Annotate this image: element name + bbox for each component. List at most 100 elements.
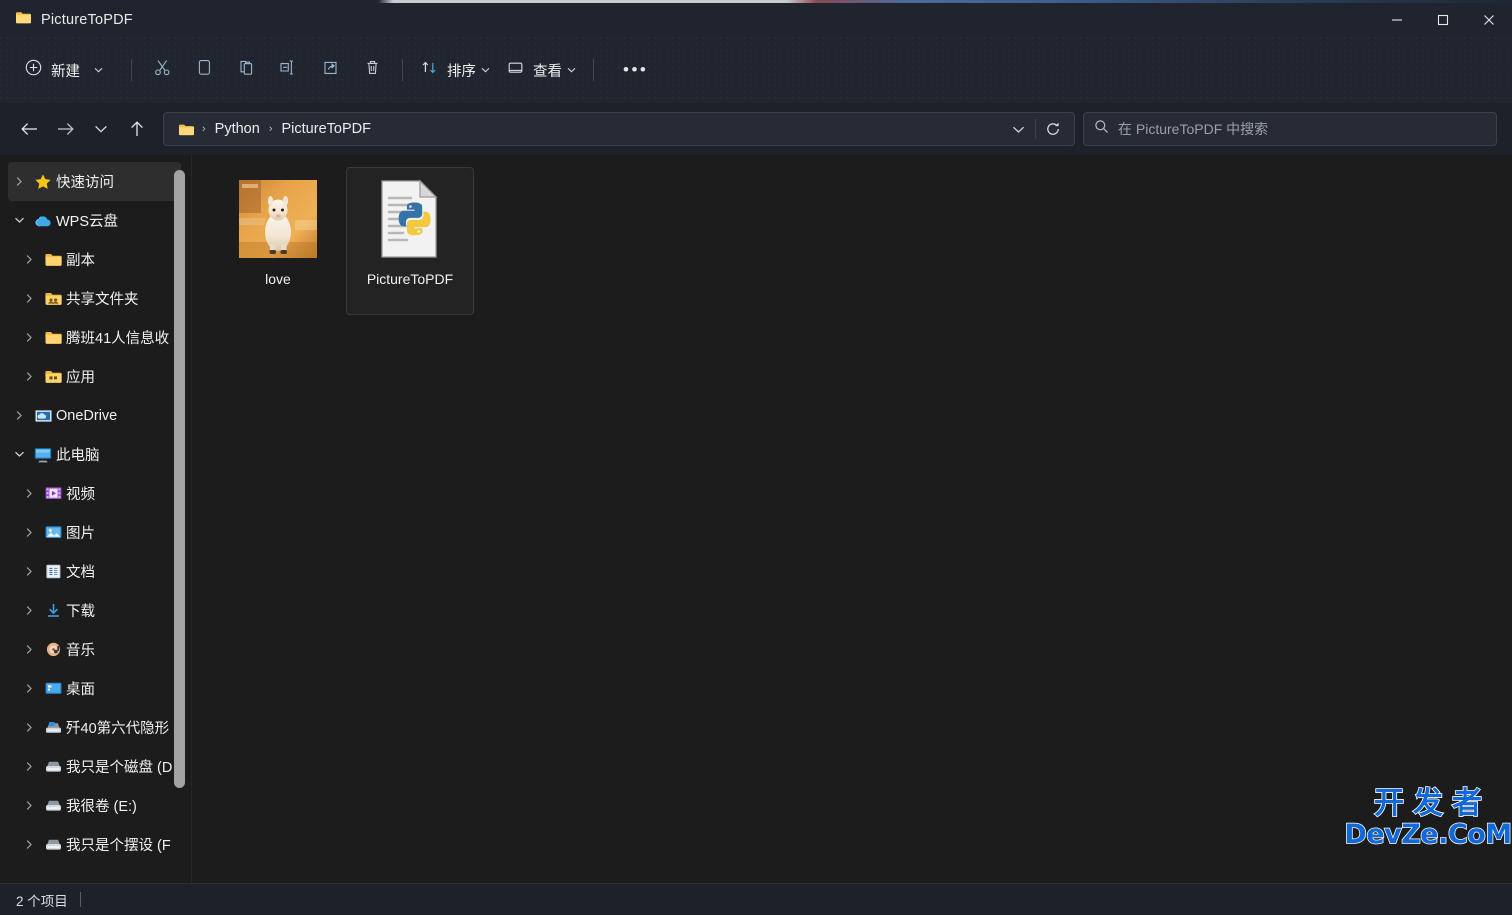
music-icon (40, 641, 66, 658)
sidebar-item-10[interactable]: 文档 (8, 552, 181, 591)
sidebar-item-13[interactable]: 桌面 (8, 669, 181, 708)
view-button[interactable]: 查看 (498, 52, 584, 88)
chevron-down-icon (567, 65, 576, 76)
view-button-label: 查看 (533, 63, 562, 80)
sidebar-item-12[interactable]: 音乐 (8, 630, 181, 669)
rename-button[interactable] (267, 52, 309, 88)
sidebar-item-label: 副本 (66, 253, 95, 269)
sidebar-item-1[interactable]: WPS云盘 (8, 201, 181, 240)
sidebar-item-label: OneDrive (56, 407, 118, 424)
new-button[interactable]: 新建 (14, 52, 116, 88)
copy-button[interactable] (183, 52, 225, 88)
minimize-button[interactable] (1374, 3, 1420, 37)
local-disk-icon (40, 719, 66, 736)
sidebar-item-label: 快速访问 (56, 175, 114, 191)
sidebar-item-9[interactable]: 图片 (8, 513, 181, 552)
up-button[interactable] (119, 112, 155, 146)
chevron-down-icon (481, 65, 490, 76)
explorer-body: 快速访问 WPS云盘副本共享文件夹腾班41人信息收 应用 OneDrive 此电脑视频图… (0, 155, 1512, 883)
breadcrumb-item-python[interactable]: Python (208, 117, 267, 141)
chevron-right-icon[interactable] (8, 410, 30, 421)
forward-button[interactable] (47, 112, 83, 146)
search-box[interactable] (1083, 112, 1497, 146)
chevron-down-icon[interactable] (8, 450, 30, 459)
close-button[interactable] (1466, 3, 1512, 37)
status-divider (79, 892, 81, 907)
sidebar-item-11[interactable]: 下载 (8, 591, 181, 630)
address-bar-actions (1001, 115, 1070, 143)
view-layout-icon (506, 58, 525, 82)
sidebar-item-14[interactable]: 歼40第六代隐形 (8, 708, 181, 747)
sidebar-scrollbar-thumb[interactable] (174, 170, 185, 788)
sidebar-item-2[interactable]: 副本 (8, 240, 181, 279)
chevron-right-icon[interactable] (18, 644, 40, 655)
search-icon (1094, 119, 1109, 139)
chevron-right-icon[interactable] (18, 488, 40, 499)
recent-locations-button[interactable] (83, 112, 119, 146)
chevron-right-icon[interactable] (18, 839, 40, 850)
breadcrumb: › Python › PictureToPDF (174, 117, 1001, 141)
documents-icon (40, 563, 66, 580)
sort-arrows-icon (420, 58, 439, 82)
chevron-right-icon[interactable] (18, 254, 40, 265)
chevron-right-icon[interactable] (18, 761, 40, 772)
python-file-icon (370, 179, 450, 259)
chevron-right-icon[interactable] (18, 800, 40, 811)
sidebar-item-8[interactable]: 视频 (8, 474, 181, 513)
maximize-button[interactable] (1420, 3, 1466, 37)
chevron-right-icon[interactable] (18, 293, 40, 304)
sidebar-item-6[interactable]: OneDrive (8, 396, 181, 435)
cloud-icon (30, 212, 56, 230)
chevron-right-icon[interactable] (18, 371, 40, 382)
sidebar-item-0[interactable]: 快速访问 (8, 162, 181, 201)
breadcrumb-folder-icon[interactable] (174, 120, 200, 138)
sidebar-item-7[interactable]: 此电脑 (8, 435, 181, 474)
sidebar-item-label: 图片 (66, 526, 95, 542)
sidebar-item-5[interactable]: 应用 (8, 357, 181, 396)
chevron-right-icon[interactable] (18, 332, 40, 343)
chevron-right-icon[interactable] (18, 527, 40, 538)
chevron-down-icon[interactable] (8, 216, 30, 225)
breadcrumb-item-picturetopdf[interactable]: PictureToPDF (275, 117, 378, 141)
sidebar-item-label: 视频 (66, 487, 95, 503)
star-icon (30, 173, 56, 191)
paste-button[interactable] (225, 52, 267, 88)
address-bar[interactable]: › Python › PictureToPDF (163, 112, 1075, 146)
file-grid: love PictureToPDF (214, 167, 1512, 315)
navigation-pane: 快速访问 WPS云盘副本共享文件夹腾班41人信息收 应用 OneDrive 此电脑视频图… (0, 155, 192, 883)
chevron-right-icon[interactable] (18, 566, 40, 577)
file-item-picturetopdf[interactable]: PictureToPDF (346, 167, 474, 315)
chevron-right-icon[interactable] (18, 683, 40, 694)
more-options-button[interactable]: ••• (603, 52, 668, 88)
chevron-right-icon[interactable] (18, 605, 40, 616)
refresh-button[interactable] (1036, 115, 1070, 143)
breadcrumb-separator: › (202, 123, 206, 135)
delete-button[interactable] (351, 52, 393, 88)
sidebar-list: 快速访问 WPS云盘副本共享文件夹腾班41人信息收 应用 OneDrive 此电脑视频图… (0, 162, 191, 864)
sidebar-item-15[interactable]: 我只是个磁盘 (D (8, 747, 181, 786)
share-button[interactable] (309, 52, 351, 88)
sort-button[interactable]: 排序 (412, 52, 498, 88)
sidebar-item-3[interactable]: 共享文件夹 (8, 279, 181, 318)
search-input[interactable] (1118, 121, 1486, 137)
onedrive-icon (30, 408, 56, 424)
window-title: PictureToPDF (41, 12, 133, 28)
breadcrumb-separator: › (268, 123, 273, 135)
title-bar: PictureToPDF (0, 3, 1512, 37)
chevron-right-icon[interactable] (18, 722, 40, 733)
chevron-right-icon[interactable] (8, 176, 30, 187)
plus-circle-icon (25, 59, 42, 81)
share-icon (321, 58, 340, 82)
sidebar-item-4[interactable]: 腾班41人信息收 (8, 318, 181, 357)
sidebar-item-17[interactable]: 我只是个摆设 (F (8, 825, 181, 864)
sidebar-item-label: 应用 (66, 370, 95, 386)
sidebar-item-16[interactable]: 我很卷 (E:) (8, 786, 181, 825)
back-button[interactable] (11, 112, 47, 146)
sidebar-item-label: 腾班41人信息收 (66, 331, 170, 347)
sort-button-label: 排序 (447, 63, 476, 80)
folder-apps-icon (40, 369, 66, 385)
address-history-button[interactable] (1001, 115, 1035, 143)
file-item-love[interactable]: love (214, 167, 342, 315)
file-list-view[interactable]: love PictureToPDF (192, 155, 1512, 883)
cut-button[interactable] (141, 52, 183, 88)
